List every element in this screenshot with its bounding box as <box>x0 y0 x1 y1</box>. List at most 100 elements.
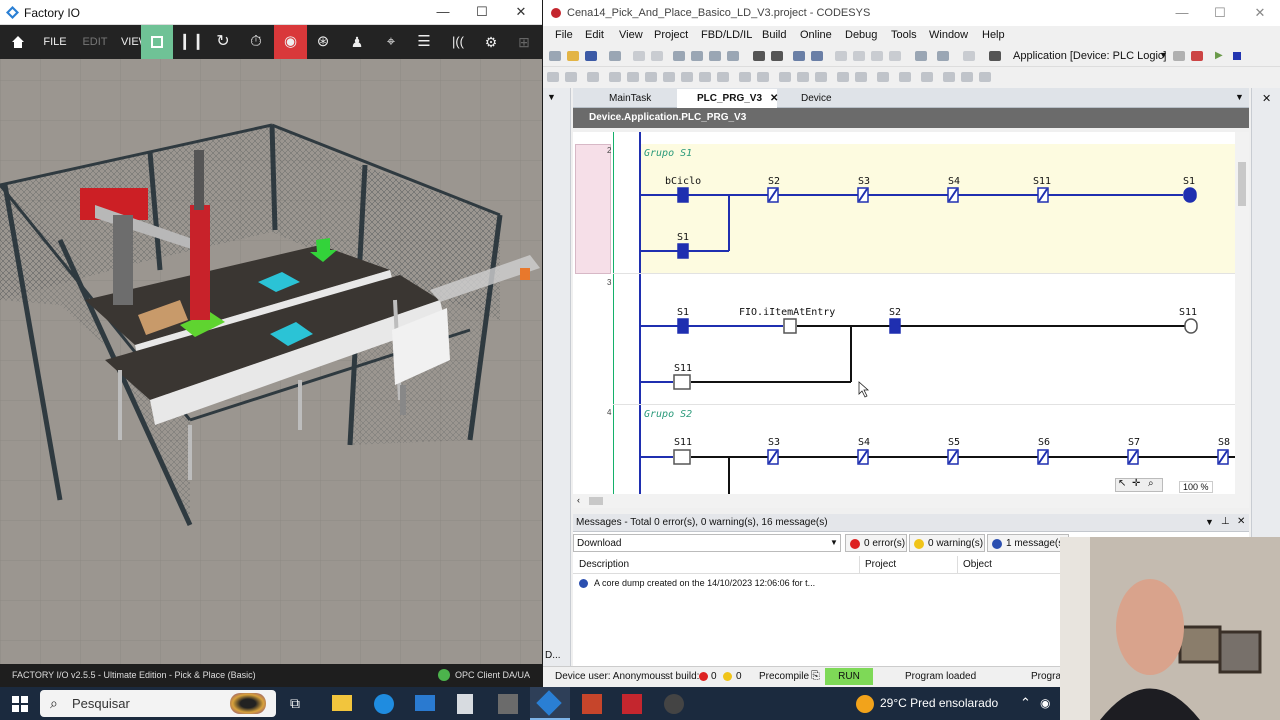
build-icon[interactable] <box>793 51 805 61</box>
sensor-icon[interactable]: ⊛ <box>311 25 335 59</box>
column-object[interactable]: Object <box>963 559 992 570</box>
cut-icon[interactable] <box>673 51 685 61</box>
logout-icon[interactable] <box>1191 51 1203 61</box>
start-icon[interactable]: ▶ <box>1215 50 1223 61</box>
person-icon[interactable]: ♟ <box>345 25 369 59</box>
ld-tool-icon[interactable] <box>779 72 791 82</box>
ld-tool-pointer[interactable]: ↖ ✛ ⌕ <box>1115 478 1163 492</box>
minimize-button[interactable]: — <box>432 4 454 20</box>
warnings-filter-button[interactable]: 0 warning(s) <box>909 534 985 552</box>
menu-window[interactable]: Window <box>929 29 968 41</box>
chevron-left-icon[interactable]: ‹ <box>577 495 580 505</box>
menu-tools[interactable]: Tools <box>891 29 917 41</box>
messages-filter-button[interactable]: 1 message(s) <box>987 534 1069 552</box>
task-view-icon[interactable]: ⧉ <box>290 695 300 712</box>
ld-tool-icon[interactable] <box>837 72 849 82</box>
tab-maintask[interactable]: MainTask <box>589 89 677 108</box>
driver-icon[interactable]: ◉ <box>274 25 307 59</box>
chevron-down-icon[interactable]: ▼ <box>830 538 838 547</box>
errors-filter-button[interactable]: 0 error(s) <box>845 534 907 552</box>
close-button[interactable]: ✕ <box>1249 5 1271 21</box>
copy-icon[interactable] <box>691 51 703 61</box>
tab-device[interactable]: Device <box>781 89 861 108</box>
factoryio-3d-scene[interactable] <box>0 59 542 664</box>
minimize-button[interactable]: — <box>1171 5 1193 21</box>
ld-tool-icon[interactable] <box>739 72 751 82</box>
close-icon[interactable]: ✕ <box>1262 92 1271 105</box>
delete-icon[interactable] <box>727 51 739 61</box>
bookmark-icon[interactable] <box>835 51 847 61</box>
taskbar-search[interactable]: ⌕ Pesquisar <box>40 690 276 717</box>
ld-tool-icon[interactable] <box>855 72 867 82</box>
undo-icon[interactable] <box>633 51 645 61</box>
weather-icon[interactable] <box>856 695 874 713</box>
ld-tool-icon[interactable] <box>565 72 577 82</box>
bookmark-clear-icon[interactable] <box>889 51 901 61</box>
io-icon[interactable]: |(( <box>446 25 470 59</box>
ld-tool-icon[interactable] <box>609 72 621 82</box>
edit-menu[interactable]: EDIT <box>78 25 112 59</box>
new-icon[interactable] <box>549 51 561 61</box>
app-icon[interactable] <box>498 694 518 714</box>
pin-icon[interactable]: ⊥ <box>1221 516 1230 527</box>
horizontal-scrollbar[interactable]: ‹ <box>573 494 1249 508</box>
codesys-taskbar-icon[interactable] <box>622 694 642 714</box>
ld-tool-icon[interactable] <box>547 72 559 82</box>
redo-icon[interactable] <box>651 51 663 61</box>
scroll-thumb[interactable] <box>589 497 603 505</box>
open-icon[interactable] <box>567 51 579 61</box>
ld-tool-icon[interactable] <box>627 72 639 82</box>
ld-tool-icon[interactable] <box>979 72 991 82</box>
pause-icon[interactable]: ❙❙ <box>178 25 205 59</box>
menu-file[interactable]: File <box>555 29 573 41</box>
left-panel-strip[interactable]: ▼ D... <box>543 88 571 666</box>
timer-icon[interactable]: ⏱ <box>244 25 268 59</box>
precompile-label[interactable]: Precompile <box>759 671 809 682</box>
chevron-down-icon[interactable]: ▼ <box>1235 92 1244 102</box>
active-application-label[interactable]: Application [Device: PLC Logic] <box>1013 50 1166 62</box>
stop-icon[interactable] <box>1233 52 1241 60</box>
ld-tool-icon[interactable] <box>943 72 955 82</box>
menu-debug[interactable]: Debug <box>845 29 877 41</box>
properties-icon[interactable] <box>963 51 975 61</box>
ld-tool-icon[interactable] <box>645 72 657 82</box>
list-icon[interactable]: ☰ <box>412 25 436 59</box>
column-project[interactable]: Project <box>865 559 896 570</box>
find-icon[interactable] <box>753 51 765 61</box>
menu-edit[interactable]: Edit <box>585 29 604 41</box>
scroll-thumb[interactable] <box>1238 162 1246 206</box>
tab-plc-prg-v3[interactable]: PLC_PRG_V3 ✕ <box>677 89 778 108</box>
vertical-scrollbar[interactable] <box>1235 132 1249 494</box>
view-mode-icon[interactable] <box>141 25 173 59</box>
maximize-button[interactable]: ☐ <box>1209 5 1231 21</box>
menu-build[interactable]: Build <box>762 29 786 41</box>
chevron-down-icon[interactable]: ▼ <box>1205 517 1214 527</box>
maximize-button[interactable]: ☐ <box>471 4 493 20</box>
menu-view[interactable]: View <box>619 29 643 41</box>
precompile-icon[interactable]: ⎘ <box>811 670 820 683</box>
left-panel-label[interactable]: D... <box>545 650 561 661</box>
mail-icon[interactable] <box>415 695 435 711</box>
ld-tool-icon[interactable] <box>877 72 889 82</box>
ld-tool-icon[interactable] <box>815 72 827 82</box>
menu-project[interactable]: Project <box>654 29 688 41</box>
window-icon[interactable] <box>915 51 927 61</box>
app-icon[interactable] <box>664 694 684 714</box>
pointer-icon[interactable]: ↖ <box>1118 478 1126 489</box>
close-icon[interactable]: ✕ <box>1237 516 1245 527</box>
zoom-icon[interactable]: ⌕ <box>1148 478 1154 489</box>
chevron-down-icon[interactable]: ▼ <box>1159 50 1168 60</box>
ld-tool-icon[interactable] <box>921 72 933 82</box>
replace-icon[interactable] <box>771 51 783 61</box>
ld-tool-icon[interactable] <box>717 72 729 82</box>
menu-fbd-ld-il[interactable]: FBD/LD/IL <box>701 29 752 41</box>
windows-start-icon[interactable] <box>12 696 28 712</box>
zoom-level[interactable]: 100 % <box>1179 481 1213 493</box>
close-button[interactable]: ✕ <box>510 4 532 20</box>
object-icon[interactable] <box>937 51 949 61</box>
bookmark-prev-icon[interactable] <box>871 51 883 61</box>
messages-filter-select[interactable]: Download ▼ <box>573 534 841 552</box>
save-icon[interactable] <box>585 51 597 61</box>
print-icon[interactable] <box>609 51 621 61</box>
login-icon[interactable] <box>1173 51 1185 61</box>
